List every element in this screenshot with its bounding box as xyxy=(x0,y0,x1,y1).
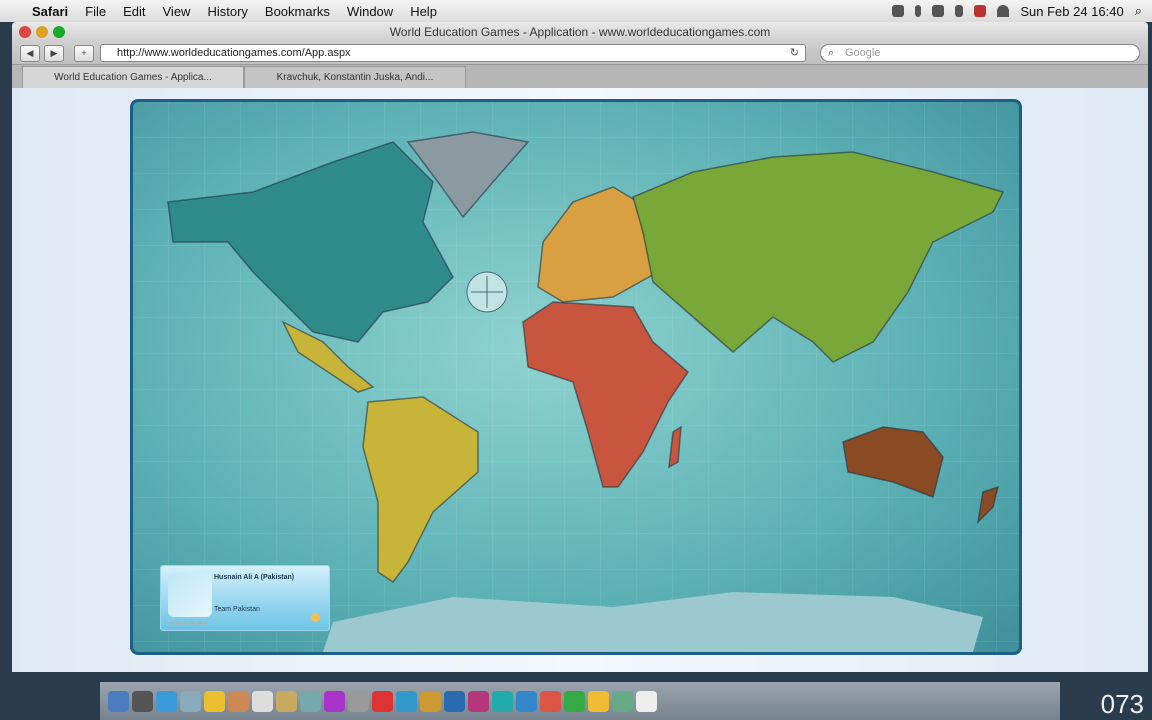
photoshop-icon[interactable] xyxy=(444,690,465,712)
reload-icon[interactable]: ↻ xyxy=(790,45,799,61)
clock[interactable]: Sun Feb 24 16:40 xyxy=(1020,4,1123,19)
player-team: Team Pakistan xyxy=(214,606,260,613)
forward-button[interactable]: ▶ xyxy=(44,44,64,62)
excel-icon[interactable] xyxy=(564,690,585,712)
app-icon[interactable] xyxy=(612,690,633,712)
app-icon[interactable] xyxy=(324,690,345,712)
tab-world-education-games[interactable]: World Education Games - Applica... xyxy=(22,66,244,88)
mail-icon[interactable] xyxy=(180,690,201,712)
safari-icon[interactable] xyxy=(156,690,177,712)
page-content: Husnain Ali A (Pakistan) Team Pakistan xyxy=(12,88,1148,672)
window-title: World Education Games - Application - ww… xyxy=(389,25,771,39)
address-book-icon[interactable] xyxy=(228,690,249,712)
app-icon[interactable] xyxy=(588,690,609,712)
menu-help[interactable]: Help xyxy=(410,4,437,19)
menu-window[interactable]: Window xyxy=(347,4,393,19)
add-bookmark-button[interactable]: + xyxy=(74,44,94,62)
title-bar: World Education Games - Application - ww… xyxy=(12,22,1148,42)
powerpoint-icon[interactable] xyxy=(540,690,561,712)
trash-icon[interactable] xyxy=(636,690,657,712)
map-compass-icon[interactable] xyxy=(466,271,508,313)
menu-view[interactable]: View xyxy=(163,4,191,19)
menu-history[interactable]: History xyxy=(207,4,247,19)
player-avatar xyxy=(168,573,212,617)
calendar-icon[interactable] xyxy=(252,690,273,712)
dock xyxy=(100,682,1060,720)
itunes-icon[interactable] xyxy=(300,690,321,712)
tab-bar: World Education Games - Applica... Kravc… xyxy=(12,64,1148,88)
app-icon[interactable] xyxy=(348,690,369,712)
app-icon[interactable] xyxy=(492,690,513,712)
menu-file[interactable]: File xyxy=(85,4,106,19)
url-field[interactable]: http://www.worldeducationgames.com/App.a… xyxy=(100,44,806,62)
menu-bookmarks[interactable]: Bookmarks xyxy=(265,4,330,19)
menu-app[interactable]: Safari xyxy=(32,4,68,19)
battery-icon[interactable] xyxy=(932,5,945,17)
app-icon[interactable] xyxy=(396,690,417,712)
finder-icon[interactable] xyxy=(108,690,129,712)
toolbar: ◀ ▶ + http://www.worldeducationgames.com… xyxy=(12,42,1148,64)
menu-edit[interactable]: Edit xyxy=(123,4,145,19)
app-icon[interactable] xyxy=(420,690,441,712)
corner-text: 073 xyxy=(1100,689,1144,719)
url-text: http://www.worldeducationgames.com/App.a… xyxy=(117,47,351,59)
flag-icon[interactable] xyxy=(974,5,987,17)
badge-icon xyxy=(311,613,320,622)
word-icon[interactable] xyxy=(516,690,537,712)
preview-icon[interactable] xyxy=(276,690,297,712)
world-map: Husnain Ali A (Pakistan) Team Pakistan xyxy=(130,99,1022,655)
search-icon: ⌕ xyxy=(828,47,835,59)
volume-icon[interactable] xyxy=(955,5,964,17)
menu-bar: Safari File Edit View History Bookmarks … xyxy=(0,0,1152,22)
search-field[interactable]: ⌕ Google xyxy=(820,44,1140,62)
search-placeholder: Google xyxy=(845,47,881,59)
tab-kravchuk[interactable]: Kravchuk, Konstantin Juska, Andi... xyxy=(244,66,466,88)
ichat-icon[interactable] xyxy=(204,690,225,712)
browser-window: World Education Games - Application - ww… xyxy=(12,22,1148,672)
bluetooth-icon[interactable] xyxy=(915,5,922,17)
player-rating xyxy=(169,621,207,626)
app-icon[interactable] xyxy=(372,690,393,712)
status-icon[interactable] xyxy=(892,5,905,17)
wifi-icon[interactable] xyxy=(997,5,1010,17)
back-button[interactable]: ◀ xyxy=(20,44,40,62)
player-name: Husnain Ali A (Pakistan) xyxy=(214,574,295,581)
system-prefs-icon[interactable] xyxy=(132,690,153,712)
player-card[interactable]: Husnain Ali A (Pakistan) Team Pakistan xyxy=(160,565,330,631)
spotlight-icon[interactable]: ⌕ xyxy=(1135,3,1142,19)
indesign-icon[interactable] xyxy=(468,690,489,712)
